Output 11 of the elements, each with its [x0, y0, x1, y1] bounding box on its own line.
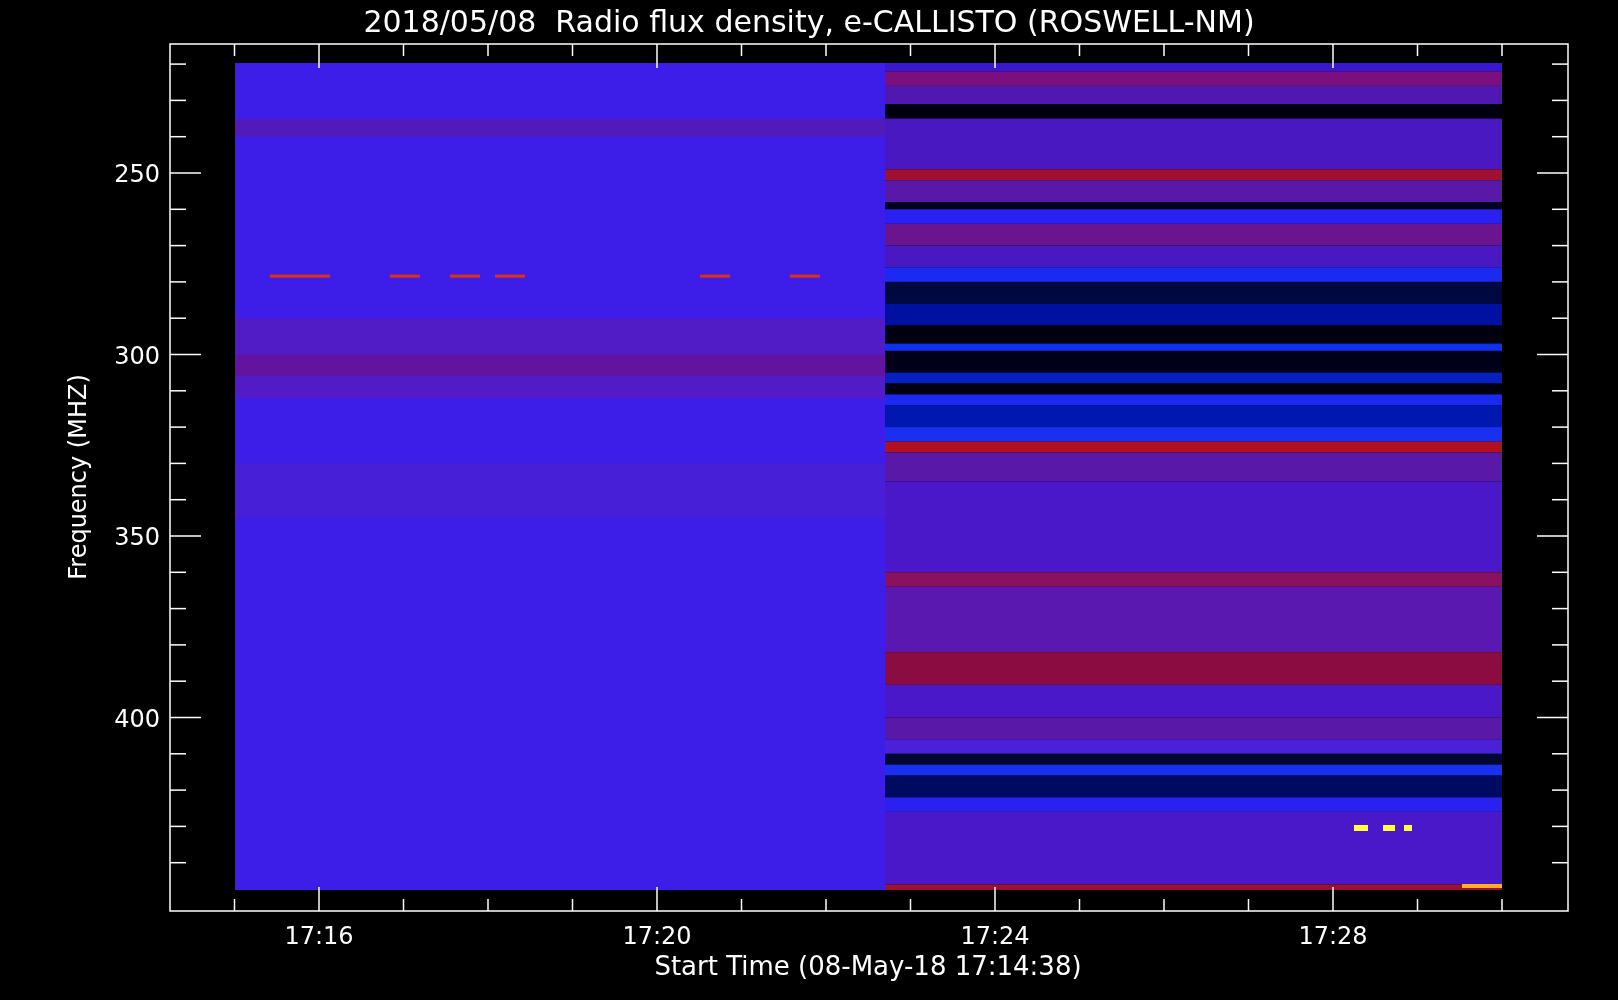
y-axis-label: Frequency (MHZ): [64, 374, 92, 580]
axis-tick-label: 17:20: [622, 922, 692, 950]
axis-tick-label: 400: [114, 704, 160, 733]
axis-tick-label: 300: [114, 341, 160, 370]
x-axis-label: Start Time (08-May-18 17:14:38): [654, 951, 1082, 981]
axis-tick-label: 350: [114, 523, 160, 551]
axis-tick-label: 17:24: [960, 922, 1030, 950]
axis-tick-label: 17:16: [284, 922, 354, 950]
axis-tick-label: 250: [114, 160, 160, 188]
axis-tick-label: 17:28: [1298, 922, 1368, 950]
chart-title: 2018/05/08 Radio flux density, e-CALLISTO (ROSWELL-NM): [363, 3, 1255, 41]
